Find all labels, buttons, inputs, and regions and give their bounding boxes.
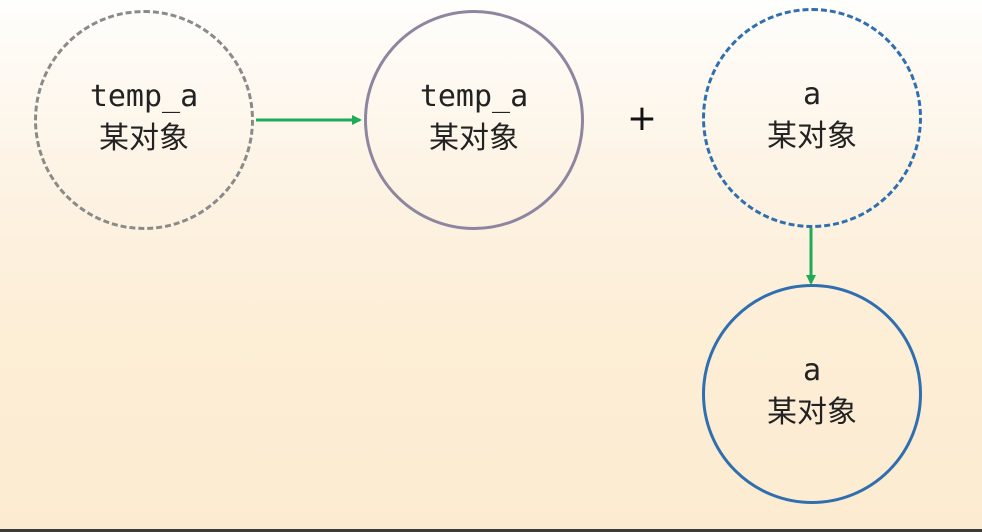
diagram-canvas: temp_a 某对象 temp_a 某对象 + a 某对象 a 某对象 (0, 0, 982, 532)
node-value: 某对象 (429, 121, 519, 156)
plus-operator: + (626, 98, 658, 139)
node-a-solid: a 某对象 (702, 284, 922, 504)
node-temp-a-dashed: temp_a 某对象 (34, 10, 254, 230)
node-label: temp_a (89, 79, 199, 114)
node-value: 某对象 (767, 395, 857, 430)
node-label: a (802, 77, 822, 112)
node-value: 某对象 (99, 121, 189, 156)
node-temp-a-solid: temp_a 某对象 (364, 10, 584, 230)
node-label: temp_a (419, 79, 529, 114)
node-value: 某对象 (767, 119, 857, 154)
node-a-dashed: a 某对象 (702, 8, 922, 228)
node-label: a (802, 353, 822, 388)
